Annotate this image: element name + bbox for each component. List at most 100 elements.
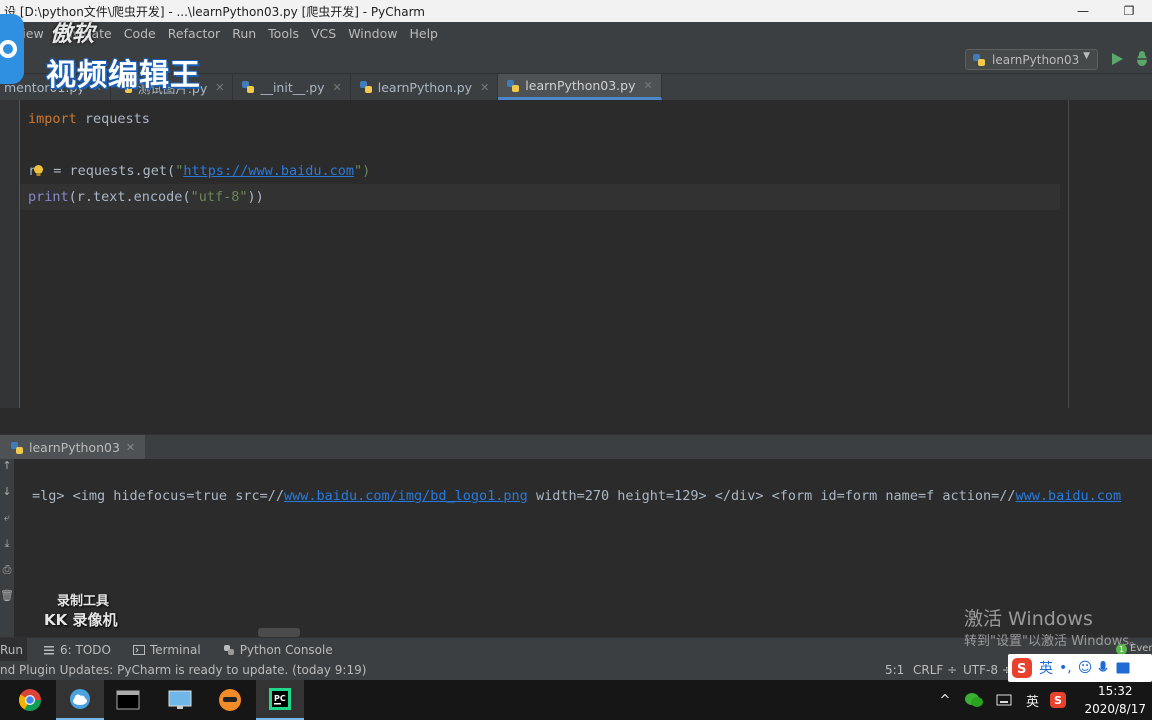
- editor-gutter[interactable]: [0, 100, 20, 408]
- watermark-brand-top: 傲软: [50, 22, 95, 47]
- console-link[interactable]: www.baidu.com: [1015, 488, 1121, 504]
- system-clock[interactable]: 15:32 2020/8/17: [1084, 682, 1146, 718]
- tool-window-label: 6: TODO: [60, 642, 111, 657]
- scroll-up-icon[interactable]: ↑: [0, 459, 14, 485]
- tool-window-todo[interactable]: 6: TODO: [43, 643, 111, 657]
- taskbar-recorder[interactable]: [206, 680, 254, 720]
- system-tray: ^ 英 S: [932, 680, 1067, 720]
- code-editor[interactable]: import requests r = requests.get("https:…: [0, 100, 1152, 408]
- recorder-icon: [219, 689, 241, 711]
- svg-text:S: S: [1017, 662, 1026, 677]
- tab-init[interactable]: __init__.py ✕: [233, 74, 351, 100]
- menu-help[interactable]: Help: [403, 26, 444, 41]
- tab-label: learnPython.py: [377, 79, 473, 95]
- run-icon[interactable]: [1110, 52, 1124, 66]
- horizontal-scrollbar[interactable]: [258, 628, 300, 637]
- microphone-icon[interactable]: [1098, 660, 1108, 676]
- tool-window-label: Python Console: [239, 642, 333, 657]
- punctuation-icon[interactable]: •,: [1059, 660, 1072, 676]
- lightbulb-icon[interactable]: [32, 164, 45, 177]
- code-line-1[interactable]: import requests: [28, 106, 1060, 132]
- menu-code[interactable]: Code: [118, 26, 162, 41]
- ime-language[interactable]: 英: [1039, 658, 1053, 678]
- sogou-icon[interactable]: S: [1049, 691, 1067, 709]
- pycharm-icon: PC: [269, 688, 291, 710]
- close-icon[interactable]: ✕: [480, 81, 489, 94]
- string-literal: "utf-8": [190, 189, 248, 205]
- keyword-import: import: [28, 111, 77, 127]
- screen: 设 [D:\python文件\爬虫开发] - ...\learnPython03…: [0, 0, 1152, 720]
- status-message[interactable]: nd Plugin Updates: PyCharm is ready to u…: [0, 663, 366, 677]
- python-file-icon: [359, 81, 372, 93]
- console-link[interactable]: www.baidu.com/img/bd_logo1.png: [284, 488, 528, 504]
- scroll-to-end-icon[interactable]: ⤓: [0, 537, 14, 563]
- ime-toolbar: S 英 •, ☺: [1008, 654, 1152, 682]
- chevron-down-icon: ▼: [1083, 51, 1090, 61]
- menu-vcs[interactable]: VCS: [305, 26, 342, 41]
- code-line-4[interactable]: print(r.text.encode("utf-8")): [20, 184, 1060, 210]
- chrome-icon: [19, 689, 41, 711]
- tool-window-python-console[interactable]: Python Console: [223, 643, 333, 657]
- tool-window-run[interactable]: Run: [0, 637, 28, 662]
- svg-text:S: S: [1054, 694, 1062, 707]
- svg-text:PC: PC: [274, 694, 286, 703]
- restore-button[interactable]: ❐: [1106, 0, 1152, 22]
- string-quote: "): [354, 163, 371, 179]
- code-line-2[interactable]: [28, 132, 1060, 158]
- cloud-icon: [70, 689, 90, 709]
- wechat-icon[interactable]: [964, 692, 984, 708]
- menu-tools[interactable]: Tools: [262, 26, 305, 41]
- watermark-kk-line2: KK 录像机: [44, 611, 118, 629]
- show-hidden-icons[interactable]: ^: [932, 693, 958, 708]
- keyboard-icon[interactable]: [996, 693, 1012, 707]
- taskbar-chrome[interactable]: [6, 680, 54, 720]
- menu-refactor[interactable]: Refactor: [162, 26, 226, 41]
- close-icon[interactable]: ✕: [333, 81, 342, 94]
- keyboard-icon[interactable]: [1116, 662, 1130, 674]
- debug-icon[interactable]: [1134, 50, 1150, 68]
- menu-window[interactable]: Window: [342, 26, 403, 41]
- menu-run[interactable]: Run: [226, 26, 262, 41]
- close-icon[interactable]: ✕: [126, 441, 135, 454]
- code-line-3[interactable]: r = requests.get("https://www.baidu.com"…: [28, 158, 1060, 184]
- clock-date: 2020/8/17: [1084, 702, 1146, 716]
- tab-learnpython03[interactable]: learnPython03.py ✕: [498, 74, 662, 100]
- run-tab[interactable]: learnPython03 ✕: [0, 435, 146, 460]
- menu-bar: View Navigate Code Refactor Run Tools VC…: [0, 22, 1152, 44]
- trash-icon[interactable]: 🗑: [0, 589, 14, 615]
- soft-wrap-icon[interactable]: ⤶: [0, 511, 14, 537]
- minimize-button[interactable]: —: [1060, 0, 1106, 22]
- run-panel-sidebar: ↑ ↓ ⤶ ⤓ ⎙ 🗑: [0, 459, 14, 637]
- input-language[interactable]: 英: [1026, 691, 1039, 710]
- taskbar-desktop-app[interactable]: [156, 680, 204, 720]
- apowersoft-logo: [0, 14, 24, 84]
- monitor-icon: [168, 690, 192, 709]
- python-console-icon: [223, 644, 234, 655]
- emoji-icon[interactable]: ☺: [1078, 660, 1093, 676]
- print-icon[interactable]: ⎙: [0, 563, 14, 589]
- close-icon[interactable]: ✕: [215, 81, 224, 94]
- window-controls: — ❐: [1060, 0, 1152, 22]
- taskbar-cloud-app[interactable]: [56, 680, 104, 720]
- url-literal[interactable]: https://www.baidu.com: [183, 163, 354, 179]
- close-icon[interactable]: ✕: [644, 79, 653, 92]
- python-file-icon: [507, 79, 520, 92]
- line-separator[interactable]: CRLF ÷: [913, 663, 957, 677]
- tool-window-terminal[interactable]: Terminal: [132, 643, 201, 657]
- code-text[interactable]: import requests r = requests.get("https:…: [20, 106, 1060, 210]
- taskbar-pycharm[interactable]: PC: [256, 680, 304, 720]
- python-file-icon: [11, 441, 23, 454]
- taskbar-terminal[interactable]: [104, 680, 152, 720]
- sogou-icon[interactable]: S: [1011, 657, 1033, 679]
- code-token: (: [182, 189, 191, 205]
- caret-position[interactable]: 5:1: [885, 663, 904, 677]
- run-panel-header: learnPython03 ✕: [0, 434, 1152, 460]
- scroll-down-icon[interactable]: ↓: [0, 485, 14, 511]
- run-configuration-select[interactable]: learnPython03 ▼: [965, 49, 1098, 70]
- builtin-print: print: [28, 189, 69, 205]
- run-configuration-name: learnPython03: [992, 52, 1080, 67]
- activation-subtitle: 转到"设置"以激活 Windows。: [964, 634, 1143, 649]
- terminal-icon: [132, 644, 145, 655]
- tab-learnpython[interactable]: learnPython.py ✕: [351, 74, 499, 100]
- file-encoding[interactable]: UTF-8 ÷: [963, 663, 1012, 677]
